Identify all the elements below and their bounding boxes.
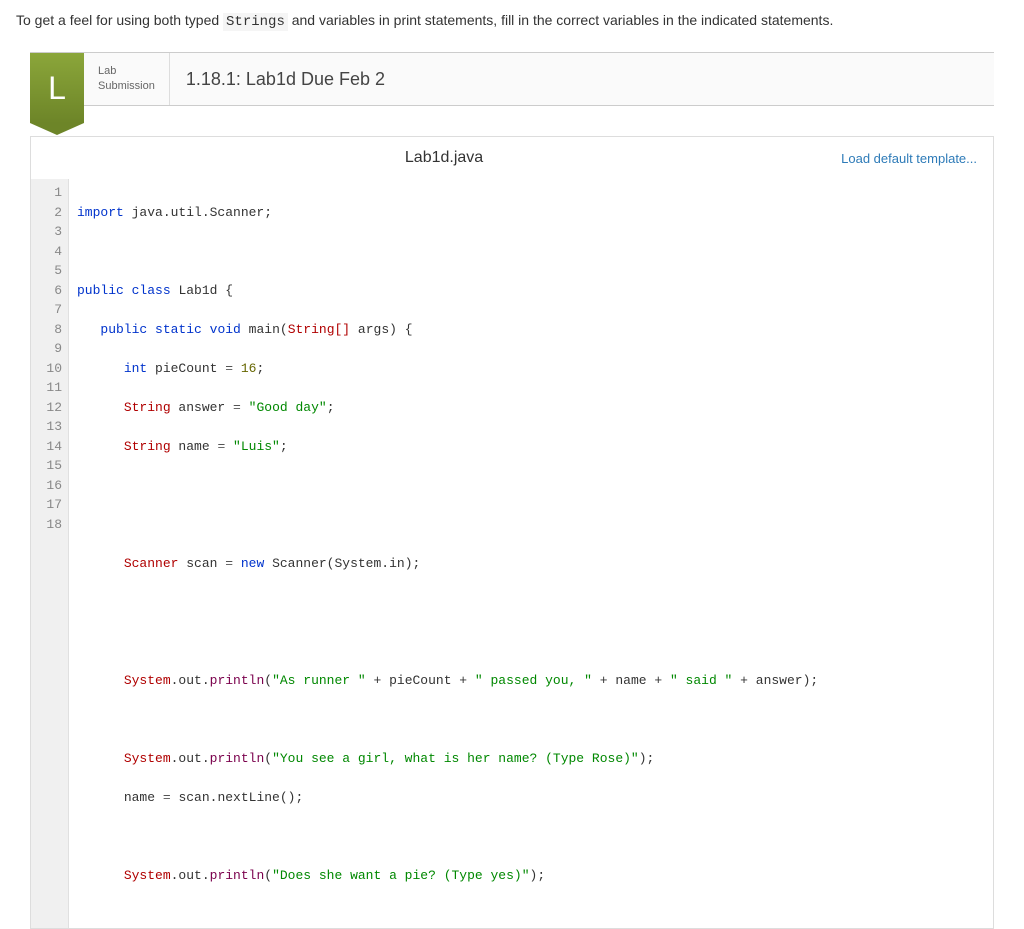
- lab-meta: Lab Submission: [84, 53, 170, 105]
- line-number: 12: [31, 398, 62, 418]
- code-token: Lab1d {: [171, 283, 233, 298]
- code-token: args) {: [350, 322, 412, 337]
- code-token: class: [132, 283, 171, 298]
- lab-meta-line2: Submission: [98, 79, 155, 94]
- line-number: 16: [31, 476, 62, 496]
- code-token: Scanner(System.in): [264, 556, 412, 571]
- lab-header: L Lab Submission 1.18.1: Lab1d Due Feb 2: [30, 52, 994, 106]
- code-token: System: [124, 673, 171, 688]
- code-token: =: [163, 790, 171, 805]
- code-token: println: [210, 868, 265, 883]
- code-token: String: [124, 439, 171, 454]
- code-token: ;: [413, 556, 421, 571]
- code-token: int: [124, 361, 147, 376]
- load-template-link[interactable]: Load default template...: [841, 151, 977, 166]
- code-token: java.util.Scanner;: [124, 205, 272, 220]
- code-token: =: [233, 400, 241, 415]
- line-number: 3: [31, 222, 62, 242]
- lab-badge-icon: L: [30, 53, 84, 123]
- code-token: "As runner ": [272, 673, 366, 688]
- code-token: =: [225, 556, 233, 571]
- code-token: + name +: [592, 673, 670, 688]
- code-token: new: [233, 556, 264, 571]
- code-token: System: [124, 751, 171, 766]
- code-token: .out.: [171, 868, 210, 883]
- line-number: 15: [31, 456, 62, 476]
- code-token: answer: [171, 400, 233, 415]
- code-token: String[]: [288, 322, 350, 337]
- lab-title: 1.18.1: Lab1d Due Feb 2: [170, 53, 401, 105]
- code-token: );: [639, 751, 655, 766]
- filename-label: Lab1d.java: [47, 149, 841, 167]
- line-number-gutter: 1 2 3 4 5 6 7 8 9 10 11 12 13 14 15 16 1…: [31, 179, 69, 928]
- code-token: static: [155, 322, 202, 337]
- code-token: main(: [241, 322, 288, 337]
- instructions-prefix: To get a feel for using both typed: [16, 12, 223, 28]
- line-number: 14: [31, 437, 62, 457]
- code-token: public: [100, 322, 147, 337]
- code-token: import: [77, 205, 124, 220]
- code-token: System: [124, 868, 171, 883]
- line-number: 17: [31, 495, 62, 515]
- editor-header: Lab1d.java Load default template...: [31, 137, 993, 179]
- code-token: void: [210, 322, 241, 337]
- code-token: .out.: [171, 751, 210, 766]
- code-editor: Lab1d.java Load default template... 1 2 …: [30, 136, 994, 929]
- line-number: 13: [31, 417, 62, 437]
- code-area[interactable]: 1 2 3 4 5 6 7 8 9 10 11 12 13 14 15 16 1…: [31, 179, 993, 928]
- code-token: ;: [327, 400, 335, 415]
- code-token: println: [210, 751, 265, 766]
- code-token: .out.: [171, 673, 210, 688]
- instructions-suffix: and variables in print statements, fill …: [288, 12, 834, 28]
- line-number: 6: [31, 281, 62, 301]
- code-token: "Good day": [241, 400, 327, 415]
- code-token: println: [210, 673, 265, 688]
- code-token: ;: [280, 439, 288, 454]
- line-number: 18: [31, 515, 62, 535]
- line-number: 10: [31, 359, 62, 379]
- instructions-text: To get a feel for using both typed Strin…: [0, 0, 1024, 42]
- code-token: + answer);: [732, 673, 818, 688]
- code-token: " said ": [670, 673, 732, 688]
- code-token: (: [264, 751, 272, 766]
- instructions-code: Strings: [223, 13, 288, 31]
- code-token: name: [124, 790, 163, 805]
- code-token: (: [264, 868, 272, 883]
- line-number: 5: [31, 261, 62, 281]
- code-token: scan: [178, 556, 225, 571]
- line-number: 4: [31, 242, 62, 262]
- code-token: ;: [256, 361, 264, 376]
- code-token: "Does she want a pie? (Type yes)": [272, 868, 529, 883]
- line-number: 7: [31, 300, 62, 320]
- line-number: 11: [31, 378, 62, 398]
- code-token: name: [171, 439, 218, 454]
- code-token: );: [530, 868, 546, 883]
- code-token: pieCount: [147, 361, 225, 376]
- line-number: 2: [31, 203, 62, 223]
- code-token: String: [124, 400, 171, 415]
- code-token: scan.nextLine();: [171, 790, 304, 805]
- code-token: + pieCount +: [366, 673, 475, 688]
- code-token: "Luis": [225, 439, 280, 454]
- lab-meta-line1: Lab: [98, 64, 155, 79]
- code-token: =: [225, 361, 233, 376]
- code-token: public: [77, 283, 124, 298]
- line-number: 8: [31, 320, 62, 340]
- code-token: "You see a girl, what is her name? (Type…: [272, 751, 639, 766]
- code-token: 16: [233, 361, 256, 376]
- line-number: 1: [31, 183, 62, 203]
- code-token: " passed you, ": [475, 673, 592, 688]
- line-number: 9: [31, 339, 62, 359]
- code-content[interactable]: import java.util.Scanner; public class L…: [69, 179, 993, 928]
- code-token: Scanner: [124, 556, 179, 571]
- code-token: (: [264, 673, 272, 688]
